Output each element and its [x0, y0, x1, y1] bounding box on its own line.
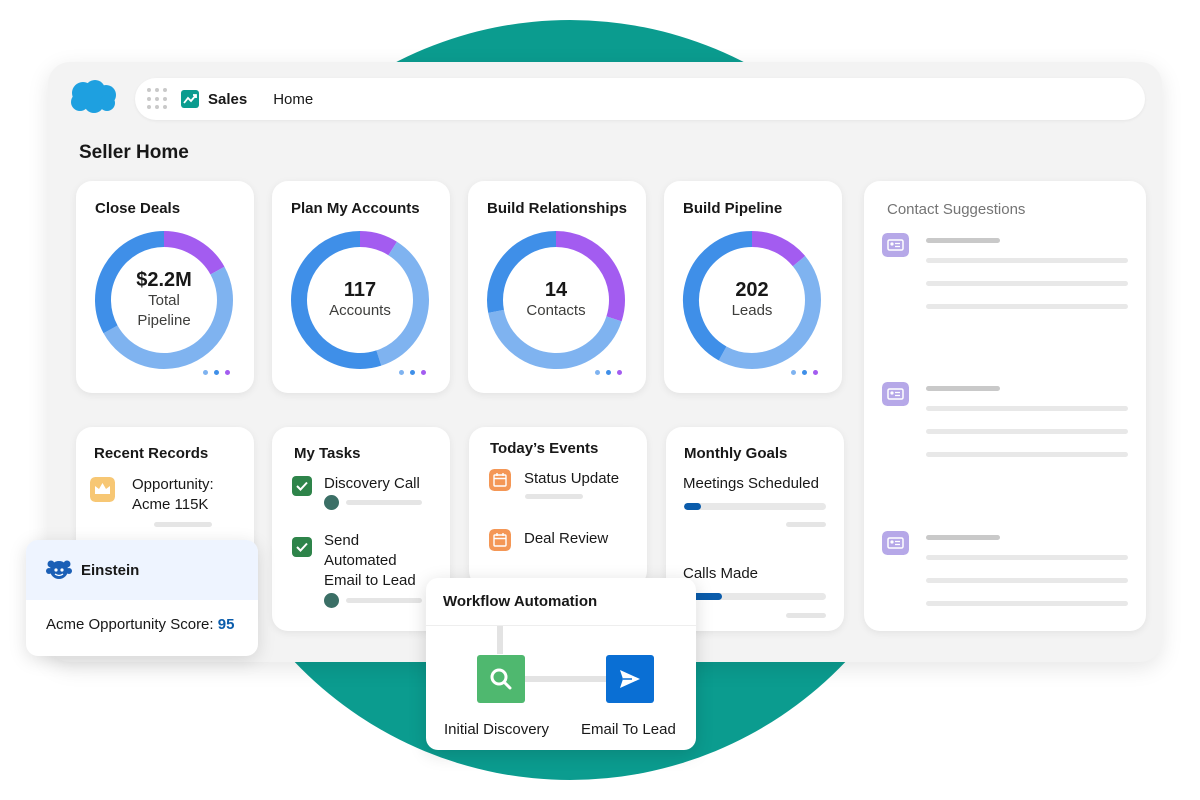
einstein-score-text: Acme Opportunity Score: 95	[46, 616, 234, 633]
donut-unit: Contacts	[526, 302, 586, 319]
einstein-score-card[interactable]: Einstein Acme Opportunity Score: 95	[26, 540, 258, 656]
placeholder-bar	[346, 500, 422, 505]
todays-events-card: Today’s Events Status Update Deal Review	[469, 427, 647, 587]
pagination-dots[interactable]	[399, 370, 426, 375]
pagination-dots[interactable]	[791, 370, 818, 375]
einstein-icon	[46, 560, 72, 579]
donut-center-label: 202 Leads	[681, 229, 823, 371]
workflow-step-label: Initial Discovery	[444, 721, 550, 738]
workflow-step-initial-discovery[interactable]	[477, 655, 525, 703]
placeholder-bar	[786, 522, 826, 527]
task-checkbox-checked[interactable]	[292, 476, 312, 496]
donut-unit: Leads	[731, 302, 773, 319]
calendar-icon	[489, 529, 511, 551]
einstein-title: Einstein	[81, 561, 140, 579]
avatar	[324, 495, 339, 510]
nav-tab-home[interactable]: Home	[273, 91, 313, 108]
send-icon	[620, 670, 640, 688]
workflow-step-label: Email To Lead	[581, 721, 676, 738]
checkmark-icon	[296, 542, 308, 552]
placeholder-bar	[154, 522, 212, 527]
salesforce-cloud-logo[interactable]	[68, 78, 118, 114]
task-checkbox-checked[interactable]	[292, 537, 312, 557]
donut-unit: Total	[148, 292, 180, 309]
task-label[interactable]: Discovery Call	[324, 474, 420, 494]
app-launcher-icon[interactable]	[147, 88, 169, 110]
card-title: Build Pipeline	[683, 200, 783, 217]
donut-unit: Pipeline	[137, 312, 191, 329]
checkmark-icon	[296, 481, 308, 491]
calendar-icon	[489, 469, 511, 491]
pagination-dots[interactable]	[203, 370, 230, 375]
page-title: Seller Home	[79, 142, 189, 163]
avatar	[324, 593, 339, 608]
kpi-card-plan-my-accounts[interactable]: Plan My Accounts 117 Accounts	[272, 181, 450, 393]
task-label[interactable]: Send Automated Email to Lead	[324, 531, 416, 591]
sales-app-icon	[181, 90, 199, 108]
card-title: My Tasks	[294, 445, 361, 462]
event-label[interactable]: Deal Review	[524, 529, 608, 549]
card-title: Build Relationships	[487, 200, 628, 217]
progress-fill	[684, 503, 702, 510]
kpi-card-close-deals[interactable]: Close Deals $2.2M Total Pipeline	[76, 181, 254, 393]
top-navigation-bar: Sales Home	[135, 78, 1145, 120]
card-title: Plan My Accounts	[291, 200, 420, 217]
card-title: Monthly Goals	[684, 445, 788, 462]
donut-value: 202	[735, 279, 769, 301]
donut-center-label: 14 Contacts	[485, 229, 627, 371]
task-label-line: Send	[324, 532, 360, 549]
search-icon	[490, 668, 512, 690]
goal-label: Meetings Scheduled	[683, 475, 819, 492]
record-item[interactable]: Opportunity: Acme 115K	[132, 475, 214, 515]
placeholder-bar	[346, 598, 422, 603]
workflow-automation-card: Workflow Automation Initial Discovery Em…	[426, 578, 696, 750]
task-label-line: Automated	[324, 552, 397, 569]
contact-card-icon	[882, 531, 909, 555]
card-title: Contact Suggestions	[887, 201, 1026, 218]
kpi-card-build-pipeline[interactable]: Build Pipeline 202 Leads	[664, 181, 842, 393]
donut-value: 14	[544, 279, 568, 301]
score-value: 95	[217, 616, 235, 633]
contact-card-icon	[882, 382, 909, 406]
goal-progress-bar	[684, 593, 826, 600]
card-title: Close Deals	[95, 200, 181, 217]
donut-center-label: $2.2M Total Pipeline	[93, 229, 235, 371]
event-label[interactable]: Status Update	[524, 469, 619, 489]
kpi-card-build-relationships[interactable]: Build Relationships 14 Contacts	[468, 181, 646, 393]
score-label: Acme Opportunity Score:	[46, 616, 214, 633]
record-item-line: Acme 115K	[132, 496, 209, 513]
card-title: Recent Records	[94, 445, 209, 462]
workflow-step-email-to-lead[interactable]	[606, 655, 654, 703]
contact-card-icon	[882, 233, 909, 257]
placeholder-bar	[786, 613, 826, 618]
donut-value: $2.2M	[136, 269, 192, 291]
task-label-line: Email to Lead	[324, 572, 416, 589]
app-name-label: Sales	[208, 90, 248, 108]
einstein-header: Einstein	[26, 540, 258, 600]
my-tasks-card: My Tasks Discovery Call Send Automated E…	[272, 427, 450, 631]
donut-center-label: 117 Accounts	[289, 229, 431, 371]
donut-value: 117	[343, 279, 377, 301]
pagination-dots[interactable]	[595, 370, 622, 375]
card-title: Today’s Events	[490, 440, 599, 457]
placeholder-bar	[525, 494, 583, 499]
record-item-line: Opportunity:	[132, 476, 214, 493]
donut-unit: Accounts	[329, 302, 391, 319]
contact-suggestions-card: Contact Suggestions	[864, 181, 1146, 631]
opportunity-crown-icon	[90, 477, 115, 502]
goal-progress-bar	[684, 503, 826, 510]
